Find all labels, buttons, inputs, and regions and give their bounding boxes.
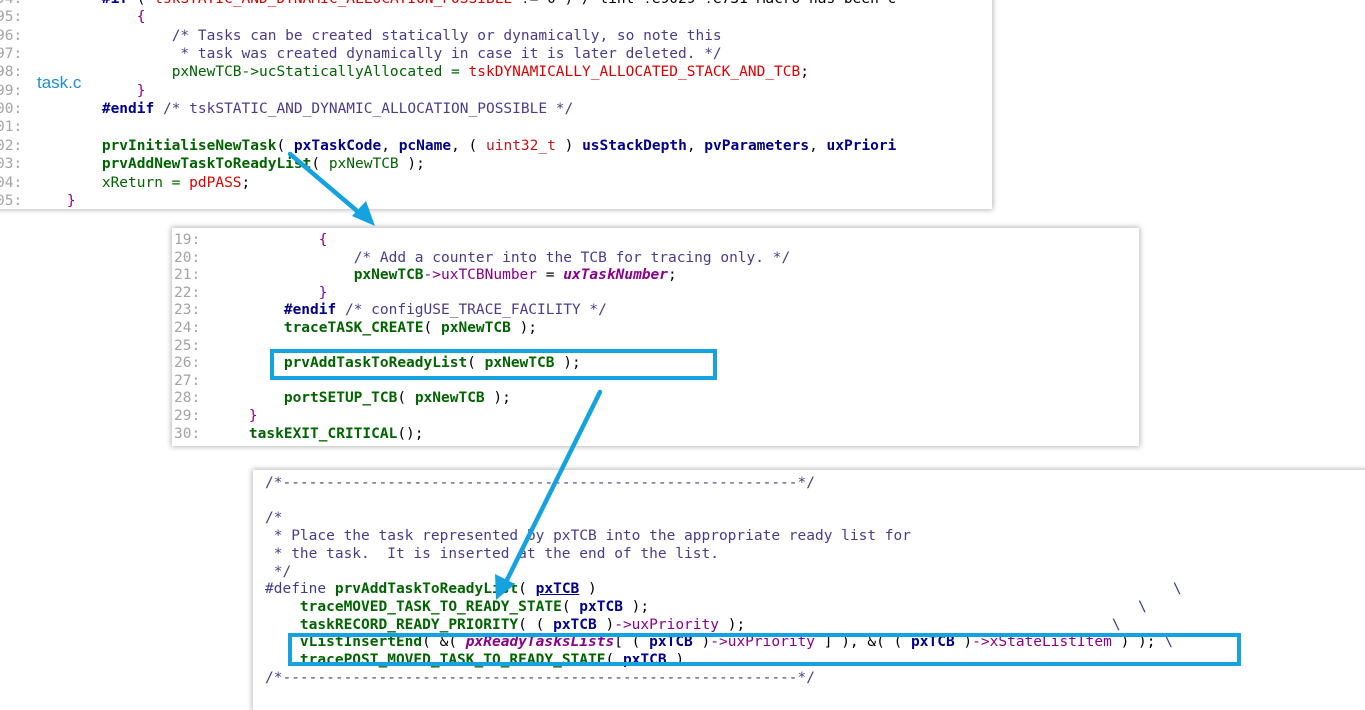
arrow-1: [287, 151, 375, 226]
flow-arrows: [287, 151, 603, 600]
arrow-2: [495, 389, 603, 600]
